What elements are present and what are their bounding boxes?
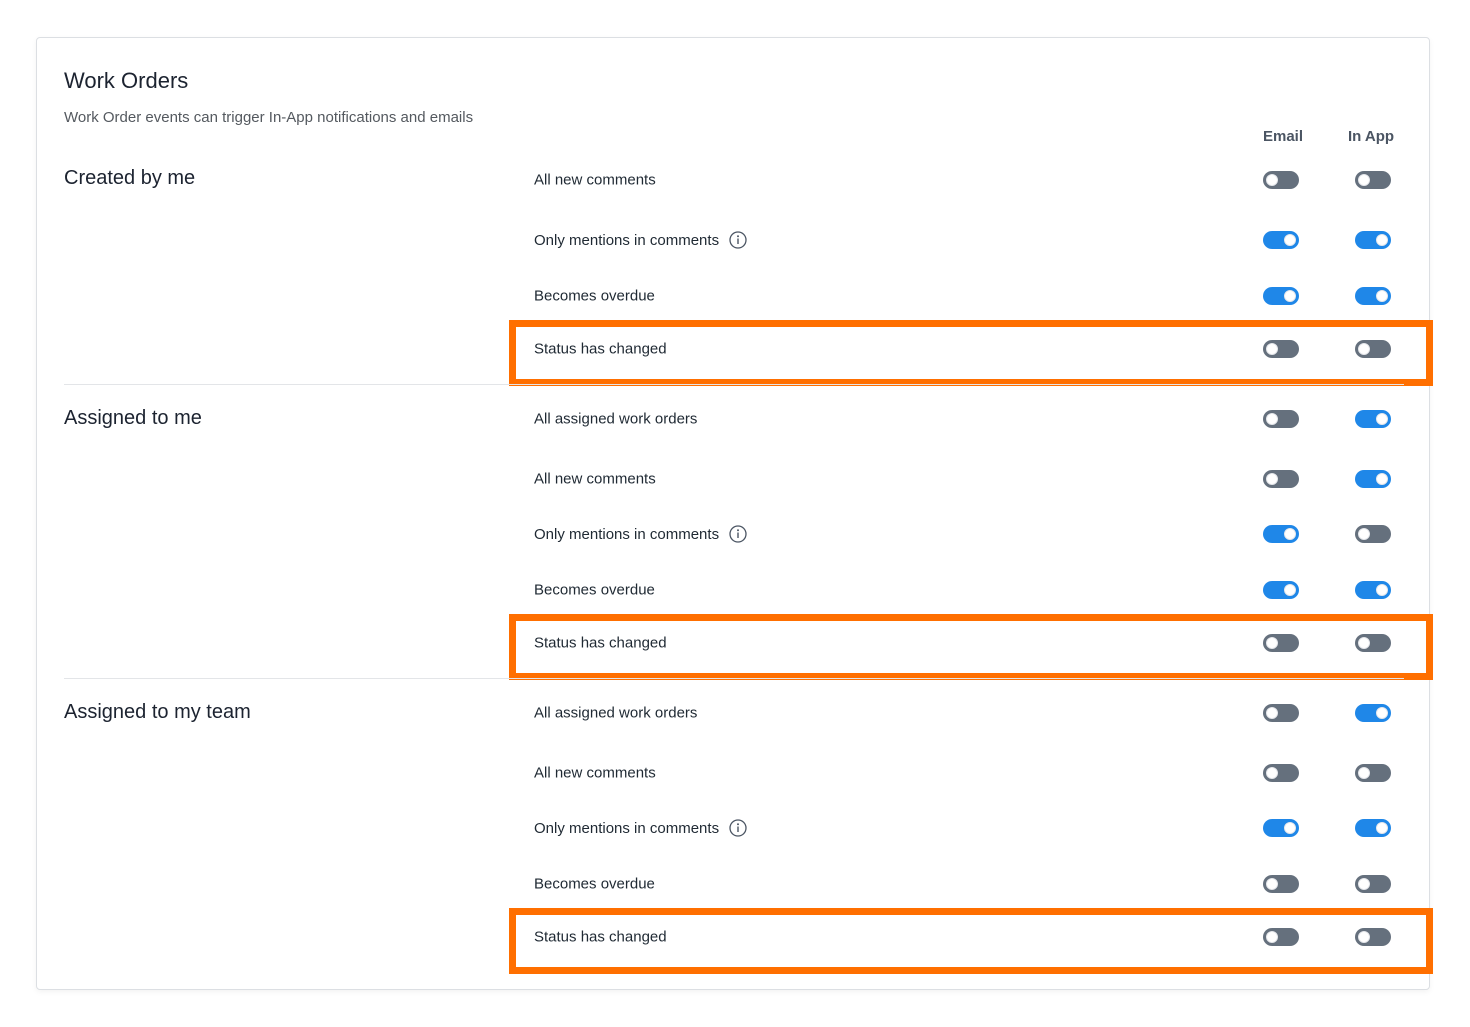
- email-toggle[interactable]: [1263, 581, 1299, 599]
- setting-label: Only mentions in comments: [534, 231, 720, 249]
- section-title-assigned-to-my-team: Assigned to my team: [64, 701, 251, 723]
- info-icon[interactable]: [729, 819, 747, 837]
- toggle-knob: [1358, 343, 1370, 355]
- toggle-knob: [1266, 473, 1278, 485]
- email-toggle[interactable]: [1263, 340, 1299, 358]
- toggle-knob: [1376, 707, 1388, 719]
- toggle-knob: [1376, 822, 1388, 834]
- in-app-toggle[interactable]: [1355, 581, 1391, 599]
- page-title: Work Orders: [64, 68, 189, 93]
- setting-row: Status has changed: [507, 331, 1427, 367]
- email-toggle[interactable]: [1263, 928, 1299, 946]
- setting-label: Only mentions in comments: [534, 819, 720, 837]
- toggle-knob: [1266, 707, 1278, 719]
- toggle-knob: [1266, 878, 1278, 890]
- email-toggle[interactable]: [1263, 171, 1299, 189]
- toggle-knob: [1266, 767, 1278, 779]
- setting-row: Only mentions in comments: [507, 222, 1427, 258]
- email-toggle[interactable]: [1263, 287, 1299, 305]
- toggle-knob: [1376, 584, 1388, 596]
- in-app-toggle[interactable]: [1355, 171, 1391, 189]
- setting-label: All new comments: [534, 764, 656, 782]
- in-app-toggle[interactable]: [1355, 525, 1391, 543]
- in-app-toggle[interactable]: [1355, 340, 1391, 358]
- setting-label: All new comments: [534, 171, 656, 189]
- work-orders-card: Work Orders Work Order events can trigge…: [36, 37, 1433, 990]
- in-app-toggle[interactable]: [1355, 231, 1391, 249]
- email-toggle[interactable]: [1263, 764, 1299, 782]
- email-toggle[interactable]: [1263, 875, 1299, 893]
- toggle-knob: [1266, 413, 1278, 425]
- toggle-knob: [1284, 528, 1296, 540]
- setting-row: Status has changed: [507, 625, 1427, 661]
- info-icon[interactable]: [729, 231, 747, 249]
- toggle-knob: [1358, 174, 1370, 186]
- toggle-knob: [1358, 528, 1370, 540]
- setting-row: All new comments: [507, 162, 1427, 198]
- toggle-knob: [1266, 931, 1278, 943]
- toggle-knob: [1266, 343, 1278, 355]
- setting-row: All new comments: [507, 461, 1427, 497]
- setting-label: All new comments: [534, 470, 656, 488]
- info-icon[interactable]: [729, 525, 747, 543]
- toggle-knob: [1284, 584, 1296, 596]
- toggle-knob: [1266, 637, 1278, 649]
- in-app-toggle[interactable]: [1355, 764, 1391, 782]
- setting-row: Becomes overdue: [507, 866, 1427, 902]
- setting-label: All assigned work orders: [534, 410, 698, 428]
- email-toggle[interactable]: [1263, 819, 1299, 837]
- in-app-toggle[interactable]: [1355, 634, 1391, 652]
- email-toggle[interactable]: [1263, 410, 1299, 428]
- column-header-in-app: In App: [1347, 128, 1395, 145]
- setting-label: Becomes overdue: [534, 875, 655, 893]
- email-toggle[interactable]: [1263, 470, 1299, 488]
- in-app-toggle[interactable]: [1355, 410, 1391, 428]
- setting-label: Status has changed: [534, 340, 667, 358]
- setting-label: Status has changed: [534, 634, 667, 652]
- toggle-knob: [1266, 174, 1278, 186]
- section-title-created-by-me: Created by me: [64, 167, 196, 189]
- setting-label: All assigned work orders: [534, 704, 698, 722]
- setting-label: Becomes overdue: [534, 581, 655, 599]
- toggle-knob: [1376, 290, 1388, 302]
- setting-label: Becomes overdue: [534, 287, 655, 305]
- in-app-toggle[interactable]: [1355, 704, 1391, 722]
- section-divider: [64, 678, 1404, 679]
- toggle-knob: [1376, 473, 1388, 485]
- email-toggle[interactable]: [1263, 231, 1299, 249]
- in-app-toggle[interactable]: [1355, 875, 1391, 893]
- setting-row: Becomes overdue: [507, 278, 1427, 314]
- setting-row: All assigned work orders: [507, 401, 1427, 437]
- in-app-toggle[interactable]: [1355, 470, 1391, 488]
- in-app-toggle[interactable]: [1355, 819, 1391, 837]
- in-app-toggle[interactable]: [1355, 287, 1391, 305]
- section-divider: [64, 384, 1404, 385]
- setting-row: All new comments: [507, 755, 1427, 791]
- toggle-knob: [1358, 931, 1370, 943]
- toggle-knob: [1376, 234, 1388, 246]
- setting-row: Only mentions in comments: [507, 516, 1427, 552]
- toggle-knob: [1358, 637, 1370, 649]
- email-toggle[interactable]: [1263, 634, 1299, 652]
- setting-row: Only mentions in comments: [507, 810, 1427, 846]
- toggle-knob: [1358, 767, 1370, 779]
- toggle-knob: [1284, 822, 1296, 834]
- toggle-knob: [1284, 290, 1296, 302]
- toggle-knob: [1284, 234, 1296, 246]
- page-subtitle: Work Order events can trigger In-App not…: [64, 109, 474, 126]
- email-toggle[interactable]: [1263, 704, 1299, 722]
- column-header-email: Email: [1262, 128, 1304, 145]
- setting-label: Status has changed: [534, 928, 667, 946]
- section-title-assigned-to-me: Assigned to me: [64, 407, 202, 429]
- setting-row: Status has changed: [507, 919, 1427, 955]
- toggle-knob: [1358, 878, 1370, 890]
- email-toggle[interactable]: [1263, 525, 1299, 543]
- setting-row: All assigned work orders: [507, 695, 1427, 731]
- setting-row: Becomes overdue: [507, 572, 1427, 608]
- toggle-knob: [1376, 413, 1388, 425]
- in-app-toggle[interactable]: [1355, 928, 1391, 946]
- setting-label: Only mentions in comments: [534, 525, 720, 543]
